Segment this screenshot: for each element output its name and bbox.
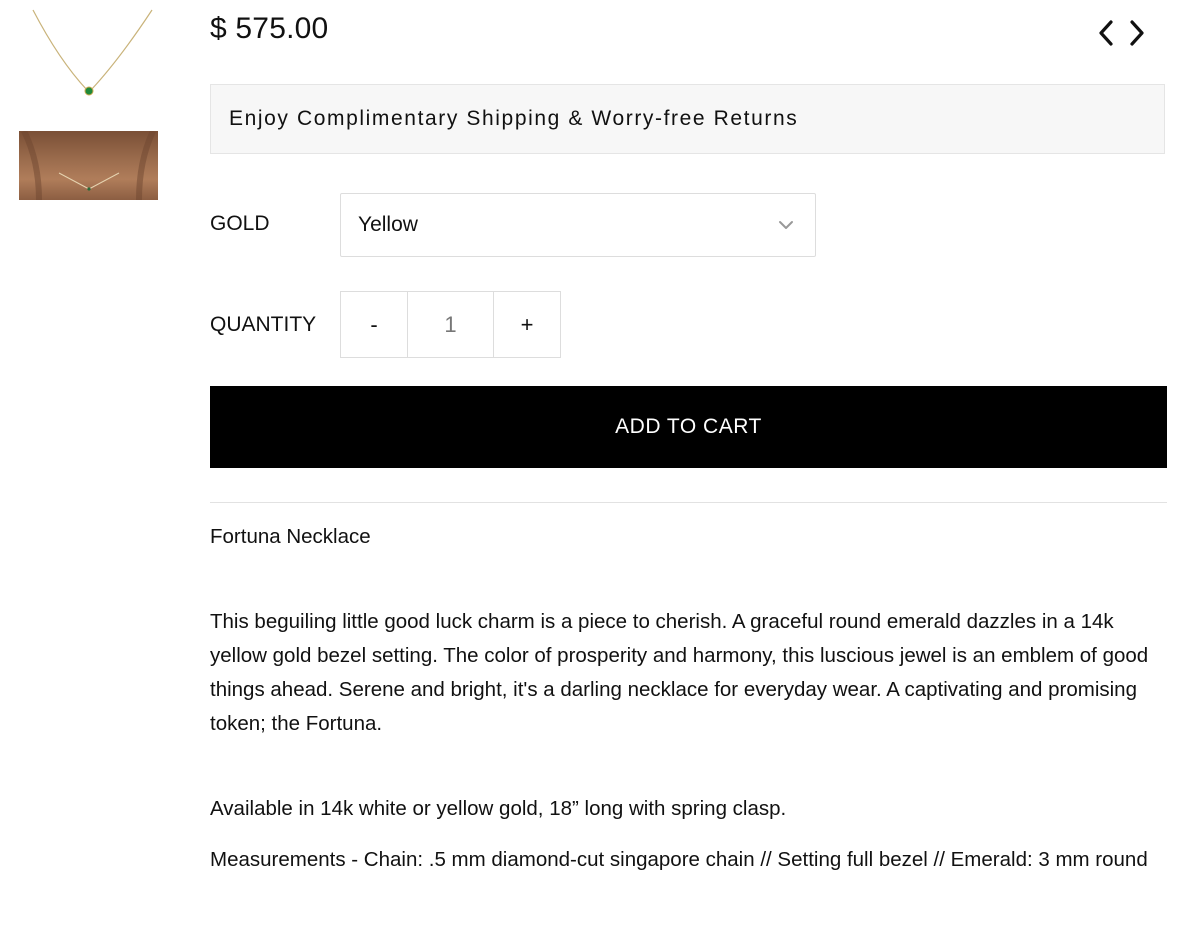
shipping-banner: Enjoy Complimentary Shipping & Worry-fre… xyxy=(210,84,1165,154)
divider xyxy=(210,502,1167,503)
quantity-decrease-button[interactable]: - xyxy=(340,291,407,358)
chevron-down-icon xyxy=(779,221,793,229)
necklace-image xyxy=(32,9,153,96)
product-measurements: Measurements - Chain: .5 mm diamond-cut … xyxy=(210,848,1148,871)
gold-select-value: Yellow xyxy=(358,213,418,236)
product-price: $ 575.00 xyxy=(210,12,329,45)
quantity-increase-button[interactable]: + xyxy=(494,291,561,358)
quantity-stepper: - 1 + xyxy=(340,291,561,358)
quantity-label: QUANTITY xyxy=(210,313,317,336)
chevron-left-icon xyxy=(1099,20,1113,46)
next-product-button[interactable] xyxy=(1124,17,1150,49)
quantity-input[interactable]: 1 xyxy=(407,291,494,358)
product-description: This beguiling little good luck charm is… xyxy=(210,610,1149,735)
gold-select[interactable]: Yellow xyxy=(340,193,816,257)
gold-label: GOLD xyxy=(210,212,270,235)
product-title: Fortuna Necklace xyxy=(210,525,371,548)
necklace-product-thumbnail[interactable] xyxy=(19,0,158,112)
product-availability: Available in 14k white or yellow gold, 1… xyxy=(210,797,787,820)
chevron-right-icon xyxy=(1130,20,1144,46)
worn-necklace-image xyxy=(21,131,156,200)
add-to-cart-button[interactable]: ADD TO CART xyxy=(210,386,1167,468)
prev-product-button[interactable] xyxy=(1093,17,1119,49)
necklace-worn-thumbnail[interactable] xyxy=(19,131,158,200)
